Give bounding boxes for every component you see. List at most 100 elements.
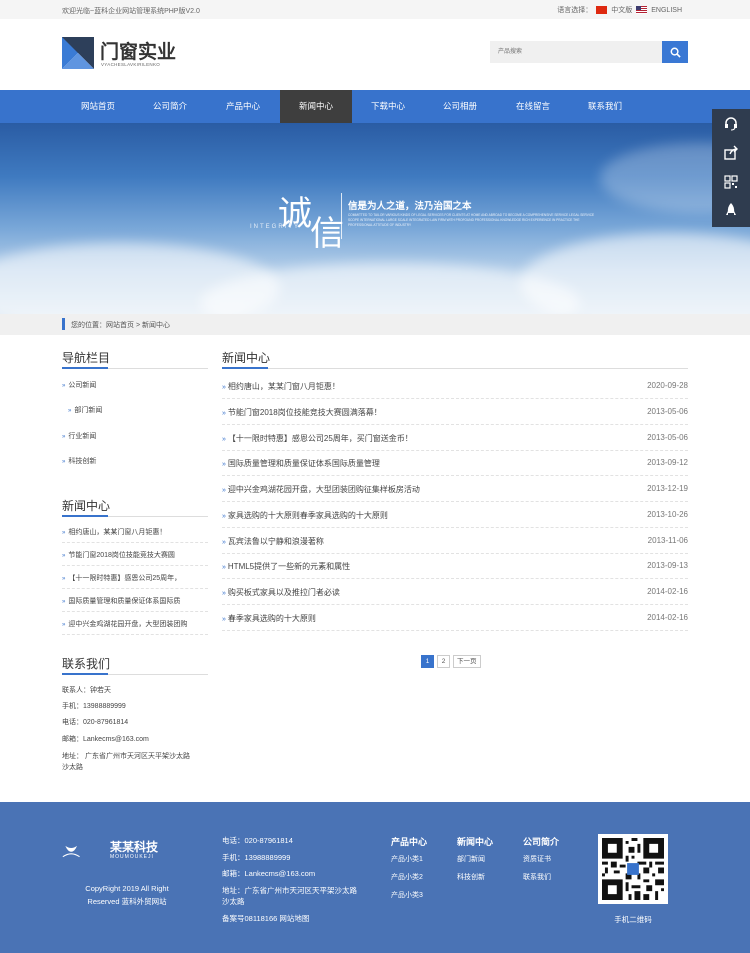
qr-code-label: 手机二维码 xyxy=(614,915,652,924)
footer-col-title[interactable]: 新闻中心 xyxy=(457,835,493,848)
qrcode-icon xyxy=(602,838,664,900)
news-title-link[interactable]: 相约唐山，某某门窗八月钜惠！ xyxy=(222,381,340,392)
china-flag-icon[interactable] xyxy=(596,6,608,14)
back-to-top-rocket-icon[interactable] xyxy=(720,199,742,221)
list-item[interactable]: 相约唐山，某某门窗八月钜惠！ xyxy=(62,520,208,543)
footer: 某某科技 MOUMOUKEJI CopyRight 2019 All Right… xyxy=(0,802,750,953)
footer-col-about: 公司简介 资质证书 联系我们 xyxy=(523,835,559,890)
news-title-link[interactable]: 春季家具选购的十大原则 xyxy=(222,613,316,624)
nav-item-message[interactable]: 在线留言 xyxy=(497,90,569,123)
nav-item-album[interactable]: 公司相册 xyxy=(424,90,496,123)
side-news-link[interactable]: 节能门窗2018岗位技能竞技大赛圆 xyxy=(62,550,175,560)
footer-link[interactable]: 产品小类3 xyxy=(391,890,427,900)
nav-item-contact[interactable]: 联系我们 xyxy=(569,90,641,123)
floating-toolbar xyxy=(712,109,750,227)
banner-english-text: COMMITTED TO TAILOR VARIOUS KINDS OF LEG… xyxy=(348,213,595,227)
page-1-button[interactable]: 1 xyxy=(421,655,434,668)
page-2-button[interactable]: 2 xyxy=(437,655,450,668)
footer-link[interactable]: 联系我们 xyxy=(523,872,559,882)
table-row[interactable]: 瓦宾法鲁以宁静和浪漫著称 2013-11-06 xyxy=(222,528,688,554)
news-date: 2013-09-13 xyxy=(647,561,688,570)
list-item[interactable]: 国际质量管理和质量保证体系国际质 xyxy=(62,589,208,612)
list-item[interactable]: 迎中兴金鸡湖花园开盘，大型团装团购 xyxy=(62,612,208,635)
copyright-line2: Reserved 蓝科外贸网站 xyxy=(87,897,167,906)
search-box xyxy=(490,41,688,63)
footer-address-line2: 沙太路 xyxy=(222,897,245,906)
search-button[interactable] xyxy=(662,41,688,63)
footer-col-title[interactable]: 产品中心 xyxy=(391,835,427,848)
share-icon[interactable] xyxy=(720,142,742,164)
contact-section-title: 联系我们 xyxy=(62,655,208,675)
hero-banner: 诚 信 INTEGRITY 信是为人之道，法乃治国之本 COMMITTED TO… xyxy=(0,123,750,314)
side-news-link[interactable]: 相约唐山，某某门窗八月钜惠！ xyxy=(62,527,166,537)
nav-item-downloads[interactable]: 下载中心 xyxy=(352,90,424,123)
lang-english-link[interactable]: ENGLISH xyxy=(651,7,682,14)
news-title-link[interactable]: 迎中兴金鸡湖花园开盘，大型团装团购征集样板房活动 xyxy=(222,484,420,495)
table-row[interactable]: 节能门窗2018岗位技能竞技大赛圆满落幕！ 2013-05-06 xyxy=(222,399,688,425)
news-title-link[interactable]: 瓦宾法鲁以宁静和浪漫著称 xyxy=(222,536,324,547)
table-row[interactable]: 相约唐山，某某门窗八月钜惠！ 2020-09-28 xyxy=(222,373,688,399)
news-date: 2013-05-06 xyxy=(647,407,688,416)
footer-col-title[interactable]: 公司简介 xyxy=(523,835,559,848)
footer-logo-icon xyxy=(62,845,80,858)
lang-chinese-link[interactable]: 中文版 xyxy=(611,5,632,15)
news-date: 2013-10-26 xyxy=(647,510,688,519)
footer-address: 地址：广东省广州市天河区天平架沙太路 xyxy=(222,886,357,895)
news-date: 2013-12-19 xyxy=(647,484,688,493)
footer-icp-sitemap[interactable]: 备案号08118166 网站地图 xyxy=(222,913,309,924)
side-news-link[interactable]: 国际质量管理和质量保证体系国际质 xyxy=(62,596,180,606)
news-title-link[interactable]: HTML5提供了一些新的元素和属性 xyxy=(222,561,350,572)
table-row[interactable]: HTML5提供了一些新的元素和属性 2013-09-13 xyxy=(222,553,688,579)
table-row[interactable]: 【十一限时特惠】感恩公司25周年，买门窗送金币！ 2013-05-06 xyxy=(222,425,688,451)
next-page-button[interactable]: 下一页 xyxy=(453,655,481,668)
footer-mobile: 手机：13988889999 xyxy=(222,853,291,862)
category-company-news[interactable]: 公司新闻 xyxy=(62,380,96,390)
copyright-line1: CopyRight 2019 All Right xyxy=(85,884,169,893)
search-input[interactable] xyxy=(490,41,662,63)
footer-link[interactable]: 资质证书 xyxy=(523,854,559,864)
category-industry-news[interactable]: 行业新闻 xyxy=(62,431,96,441)
qrcode-icon[interactable] xyxy=(720,171,742,193)
pagination: 1 2 下一页 xyxy=(421,655,481,668)
main-nav: 网站首页 公司简介 产品中心 新闻中心 下载中心 公司相册 在线留言 联系我们 xyxy=(0,90,750,123)
footer-brand-en: MOUMOUKEJI xyxy=(110,854,154,860)
nav-item-home[interactable]: 网站首页 xyxy=(62,90,134,123)
contact-email[interactable]: 邮箱：Lankecms@163.com xyxy=(62,734,149,744)
side-news-link[interactable]: 【十一限时特惠】感恩公司25周年， xyxy=(62,573,181,583)
footer-email[interactable]: 邮箱：Lankecms@163.com xyxy=(222,868,315,879)
news-title-link[interactable]: 国际质量管理和质量保证体系国际质量管理 xyxy=(222,458,380,469)
breadcrumb-text[interactable]: 您的位置：网站首页 > 新闻中心 xyxy=(71,320,170,330)
footer-phone: 电话：020-87961814 xyxy=(222,836,293,845)
logo-mark-icon[interactable] xyxy=(62,37,94,69)
category-department-news[interactable]: 部门新闻 xyxy=(68,405,102,415)
welcome-text: 欢迎光临~蓝科企业网站管理系统PHP版V2.0 xyxy=(62,8,200,15)
table-row[interactable]: 购买板式家具以及推拉门者必读 2014-02-16 xyxy=(222,579,688,605)
news-title-link[interactable]: 【十一限时特惠】感恩公司25周年，买门窗送金币！ xyxy=(222,433,413,444)
nav-item-news[interactable]: 新闻中心 xyxy=(280,90,352,123)
side-news-link[interactable]: 迎中兴金鸡湖花园开盘，大型团装团购 xyxy=(62,619,187,629)
table-row[interactable]: 迎中兴金鸡湖花园开盘，大型团装团购征集样板房活动 2013-12-19 xyxy=(222,476,688,502)
nav-item-about[interactable]: 公司简介 xyxy=(134,90,206,123)
footer-link[interactable]: 产品小类1 xyxy=(391,854,427,864)
table-row[interactable]: 国际质量管理和质量保证体系国际质量管理 2013-09-12 xyxy=(222,450,688,476)
search-icon xyxy=(670,47,681,58)
list-item[interactable]: 【十一限时特惠】感恩公司25周年， xyxy=(62,566,208,589)
news-title-link[interactable]: 家具选购的十大原则春季家具选购的十大原则 xyxy=(222,510,388,521)
nav-section-title: 导航栏目 xyxy=(62,349,208,369)
news-date: 2013-09-12 xyxy=(647,458,688,467)
category-tech-innovation[interactable]: 科技创新 xyxy=(62,456,96,466)
site-title[interactable]: 门窗实业 xyxy=(100,37,176,64)
customer-service-icon[interactable] xyxy=(720,113,742,135)
footer-link[interactable]: 部门新闻 xyxy=(457,854,493,864)
nav-item-products[interactable]: 产品中心 xyxy=(207,90,279,123)
footer-link[interactable]: 科技创新 xyxy=(457,872,493,882)
footer-link[interactable]: 产品小类2 xyxy=(391,872,427,882)
table-row[interactable]: 春季家具选购的十大原则 2014-02-16 xyxy=(222,605,688,631)
news-title-link[interactable]: 购买板式家具以及推拉门者必读 xyxy=(222,587,340,598)
list-item[interactable]: 节能门窗2018岗位技能竞技大赛圆 xyxy=(62,543,208,566)
us-flag-icon[interactable] xyxy=(636,6,648,14)
top-bar: 欢迎光临~蓝科企业网站管理系统PHP版V2.0 语言选择： 中文版 ENGLIS… xyxy=(0,0,750,19)
site-subtitle: VYACHESLAVKIRILENKO xyxy=(101,62,161,67)
table-row[interactable]: 家具选购的十大原则春季家具选购的十大原则 2013-10-26 xyxy=(222,502,688,528)
news-title-link[interactable]: 节能门窗2018岗位技能竞技大赛圆满落幕！ xyxy=(222,407,382,418)
